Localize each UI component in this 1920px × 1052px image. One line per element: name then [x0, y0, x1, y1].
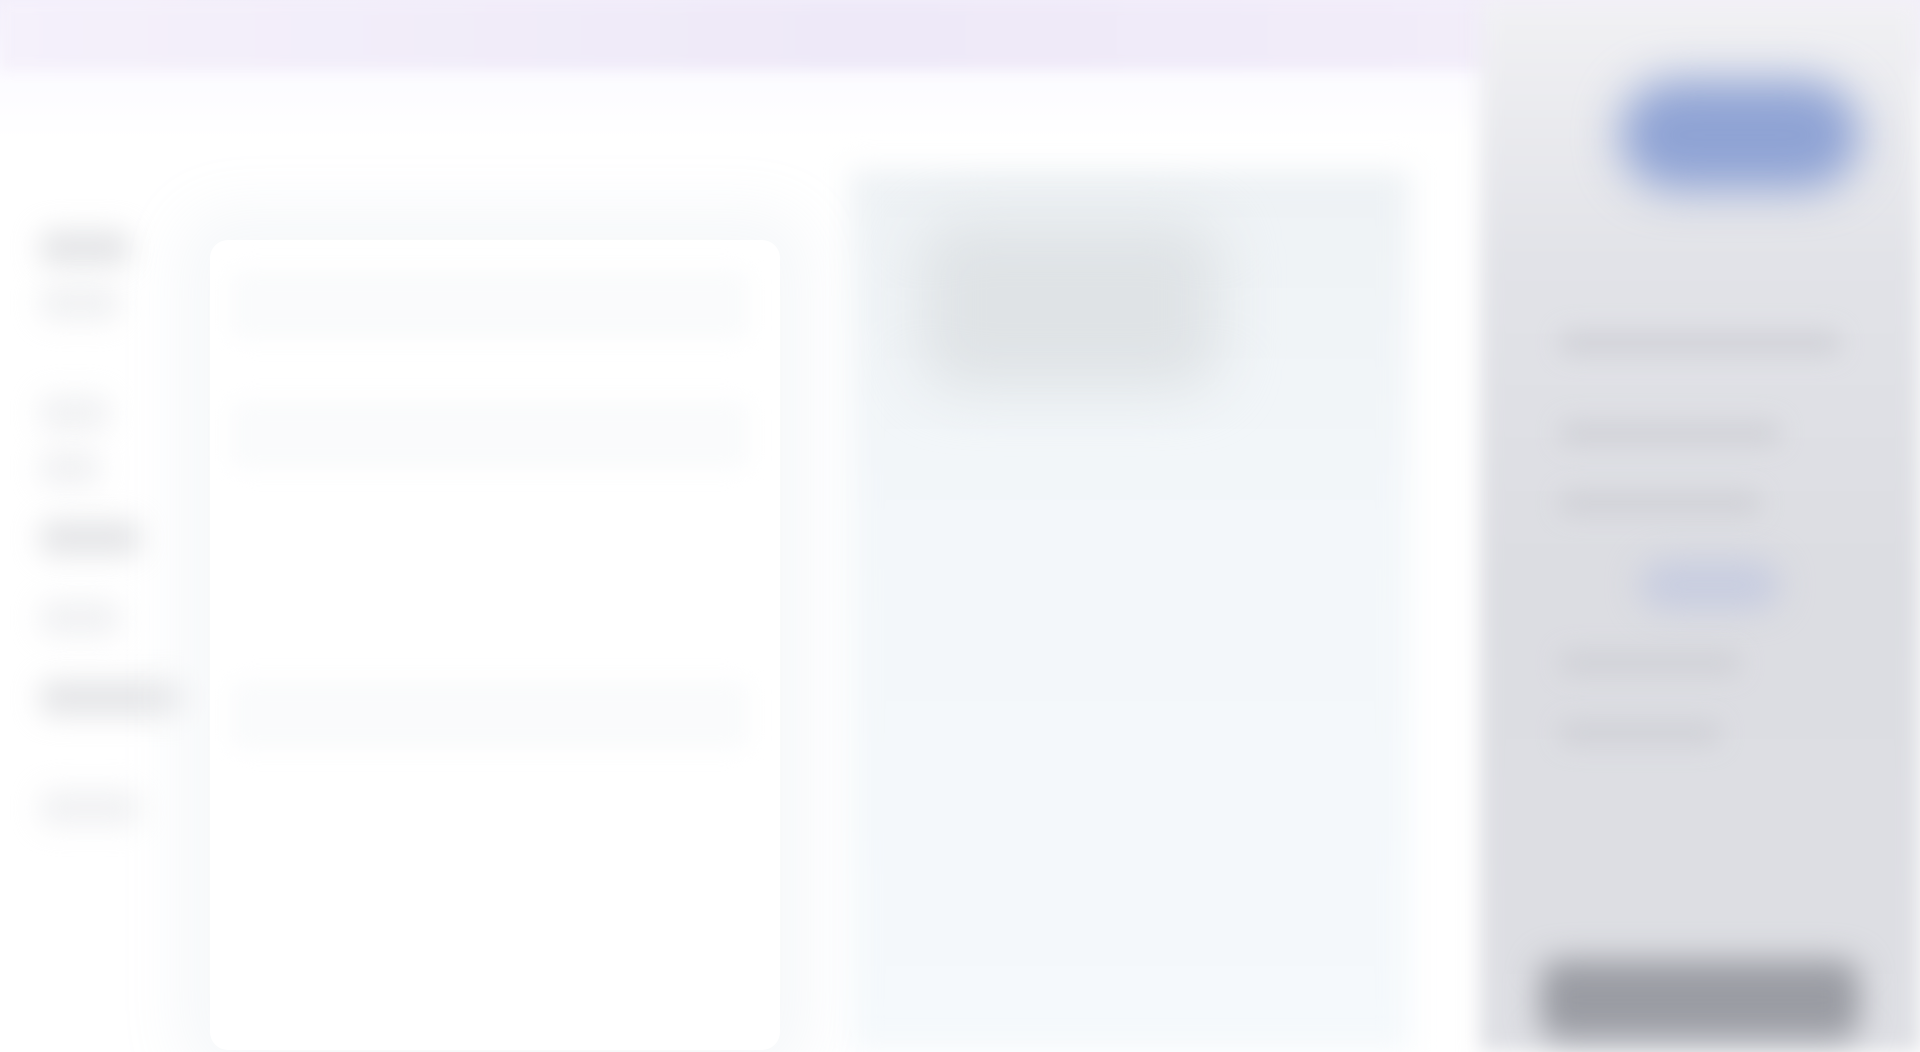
form-field-3[interactable]: [230, 680, 750, 750]
sidebar-text-line: [1560, 720, 1720, 746]
sidebar-text-line: [1560, 490, 1760, 516]
nav-item-5[interactable]: [40, 520, 140, 556]
nav-item-2[interactable]: [40, 285, 120, 321]
form-field-1[interactable]: [230, 270, 750, 340]
primary-action-button[interactable]: [1620, 80, 1860, 190]
form-field-2[interactable]: [230, 400, 750, 470]
nav-item-3[interactable]: [40, 395, 110, 431]
nav-item-1[interactable]: [40, 230, 130, 266]
nav-item-8[interactable]: [40, 790, 140, 826]
form-card: [210, 240, 780, 1050]
sidebar-badge: [1640, 560, 1780, 610]
app-window: [0, 0, 1920, 1052]
sidebar-text-line: [1560, 650, 1740, 676]
sidebar-bottom-button[interactable]: [1540, 960, 1860, 1040]
nav-item-7[interactable]: [40, 680, 190, 716]
nav-item-4[interactable]: [40, 450, 100, 486]
sidebar-text-line: [1560, 330, 1840, 356]
preview-header: [920, 220, 1220, 390]
nav-item-6[interactable]: [40, 600, 120, 636]
sidebar-text-line: [1560, 420, 1780, 446]
